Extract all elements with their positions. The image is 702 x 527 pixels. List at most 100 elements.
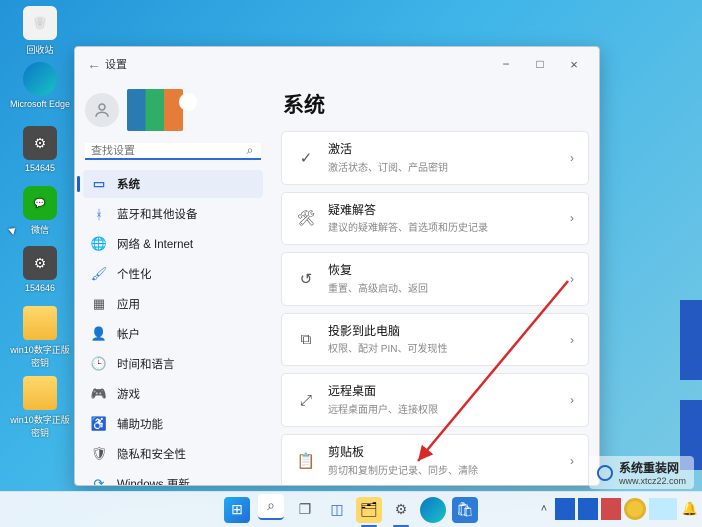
desktop-icon-label: 回收站	[8, 43, 72, 56]
sidebar-item-network[interactable]: 🌐网络 & Internet	[83, 230, 263, 258]
tray-rect[interactable]	[649, 498, 677, 520]
titlebar[interactable]: ← 设置 − □ ×	[75, 47, 599, 81]
sidebar-item-gaming[interactable]: 🎮游戏	[83, 380, 263, 408]
avatar	[85, 93, 119, 127]
tray-app-blue-2[interactable]	[578, 498, 598, 520]
watermark-sub: www.xtcz22.com	[619, 476, 686, 486]
chevron-right-icon: ›	[570, 151, 574, 165]
settings-card-troubleshoot[interactable]: 🛠疑难解答建议的疑难解答、首选项和历史记录›	[281, 192, 589, 246]
tray-app-red[interactable]	[601, 498, 621, 520]
tray-gear-icon[interactable]	[624, 498, 646, 520]
settings-card-activation[interactable]: ✓ 激活激活状态、订阅、产品密钥 ›	[281, 131, 589, 185]
watermark-title: 系统重装网	[619, 459, 686, 476]
store-icon: 🛍	[456, 501, 474, 518]
edge-icon	[23, 62, 57, 96]
card-title: 投影到此电脑	[328, 324, 558, 340]
accounts-icon: 👤	[91, 326, 107, 342]
sidebar-item-privacy[interactable]: 🛡隐私和安全性	[83, 440, 263, 468]
recovery-icon: ↺	[296, 269, 316, 289]
troubleshoot-icon: 🛠	[296, 208, 316, 228]
close-button[interactable]: ×	[557, 51, 591, 77]
tray-notifications-icon[interactable]: 🔔	[680, 501, 700, 517]
chevron-right-icon: ›	[570, 272, 574, 286]
settings-card-project[interactable]: ⧉ 投影到此电脑权限、配对 PIN、可发现性 ›	[281, 313, 589, 367]
taskbar-widgets-button[interactable]: ◫	[324, 497, 350, 523]
sidebar-item-label: 系统	[117, 176, 140, 192]
sidebar-item-bluetooth[interactable]: ᚼ 蓝牙和其他设备	[83, 200, 263, 228]
desktop-icon-recycle-bin[interactable]: 🗑 回收站	[8, 6, 72, 56]
settings-card-remote[interactable]: ⤢远程桌面远程桌面用户、连接权限›	[281, 373, 589, 427]
sidebar-item-time[interactable]: 🕒时间和语言	[83, 350, 263, 378]
settings-file-icon: ⚙	[23, 246, 57, 280]
task-view-button[interactable]: ❐	[292, 497, 318, 523]
desktop-icon-label: 154646	[8, 283, 72, 293]
sidebar-item-label: 游戏	[117, 386, 140, 402]
sidebar-item-personalization[interactable]: 🖌个性化	[83, 260, 263, 288]
system-icon: ▭	[91, 176, 107, 192]
chevron-right-icon: ›	[570, 211, 574, 225]
network-icon: 🌐	[91, 236, 107, 252]
sidebar-item-label: 个性化	[117, 266, 152, 282]
sidebar-item-accessibility[interactable]: ♿ 辅助功能	[83, 410, 263, 438]
desktop-icon-wechat[interactable]: 💬 微信	[8, 186, 72, 236]
card-subtitle: 权限、配对 PIN、可发现性	[328, 340, 558, 355]
card-title: 恢复	[328, 263, 558, 279]
desktop-icon-label: Microsoft Edge	[8, 99, 72, 109]
search-box[interactable]: ⌕	[85, 143, 261, 160]
taskbar-explorer[interactable]: 🗂	[356, 497, 382, 523]
card-subtitle: 远程桌面用户、连接权限	[328, 401, 558, 416]
widgets-icon: ◫	[330, 501, 343, 518]
project-icon: ⧉	[296, 330, 316, 350]
card-title: 激活	[328, 142, 558, 158]
minimize-button[interactable]: −	[489, 51, 523, 77]
chevron-right-icon: ›	[570, 333, 574, 347]
desktop-icon-file-154646[interactable]: ⚙ 154646	[8, 246, 72, 293]
card-subtitle: 激活状态、订阅、产品密钥	[328, 159, 558, 174]
sidebar-item-label: 辅助功能	[117, 416, 163, 432]
desktop-icon-edge[interactable]: Microsoft Edge	[8, 62, 72, 109]
user-row[interactable]	[83, 85, 263, 139]
taskbar-search-button[interactable]: ⌕	[258, 494, 284, 520]
update-icon: ⟳	[91, 476, 107, 485]
settings-card-clipboard[interactable]: 📋剪贴板剪切和复制历史记录、同步、清除›	[281, 434, 589, 485]
user-tile-image	[127, 89, 183, 131]
watermark-logo-icon	[597, 465, 613, 481]
nav-list: ▭ 系统 ᚼ 蓝牙和其他设备 🌐网络 & Internet🖌个性化 ▦ 应用 👤帐户🕒时间和语…	[83, 170, 263, 485]
taskbar: ⊞ ⌕ ❐ ◫ 🗂 ⚙ 🛍 ˄ 🔔	[0, 491, 702, 527]
search-icon[interactable]: ⌕	[239, 143, 261, 158]
privacy-icon: 🛡	[91, 446, 107, 462]
sidebar-item-label: 蓝牙和其他设备	[117, 206, 198, 222]
card-title: 远程桌面	[328, 384, 558, 400]
taskbar-settings[interactable]: ⚙	[388, 497, 414, 523]
sidebar-item-system[interactable]: ▭ 系统	[83, 170, 263, 198]
activation-icon: ✓	[296, 148, 316, 168]
content-pane: 系统 ✓激活激活状态、订阅、产品密钥›🛠疑难解答建议的疑难解答、首选项和历史记录…	[271, 81, 599, 485]
sidebar: ⌕ ▭ 系统 ᚼ 蓝牙和其他设备 🌐网络 & Internet🖌个性化 ▦ 应用 👤帐户🕒时间…	[75, 81, 271, 485]
start-button[interactable]: ⊞	[224, 497, 250, 523]
accessibility-icon: ♿	[91, 416, 107, 432]
remote-icon: ⤢	[296, 390, 316, 410]
bluetooth-icon: ᚼ	[91, 206, 107, 222]
taskbar-edge[interactable]	[420, 497, 446, 523]
sidebar-item-update[interactable]: ⟳ Windows 更新	[83, 470, 263, 485]
settings-file-icon: ⚙	[23, 126, 57, 160]
sidebar-item-accounts[interactable]: 👤帐户	[83, 320, 263, 348]
folder-icon	[23, 376, 57, 410]
maximize-button[interactable]: □	[523, 51, 557, 77]
taskbar-store[interactable]: 🛍	[452, 497, 478, 523]
tray-chevron-icon[interactable]: ˄	[536, 503, 552, 515]
back-button[interactable]: ←	[83, 56, 105, 72]
desktop-icon-folder-2[interactable]: win10数字正版密钥	[8, 376, 72, 439]
apps-icon: ▦	[91, 296, 107, 312]
sidebar-item-label: Windows 更新	[117, 476, 190, 485]
sidebar-item-apps[interactable]: ▦ 应用	[83, 290, 263, 318]
settings-card-recovery[interactable]: ↺恢复重置、高级启动、返回›	[281, 252, 589, 306]
tray-app-blue[interactable]	[555, 498, 575, 520]
desktop-icon-file-154645[interactable]: ⚙ 154645	[8, 126, 72, 173]
windows-icon: ⊞	[231, 501, 243, 518]
search-input[interactable]	[85, 145, 239, 157]
desktop-icon-folder-1[interactable]: win10数字正版密钥	[8, 306, 72, 369]
wechat-icon: 💬	[23, 186, 57, 220]
sidebar-item-label: 应用	[117, 296, 140, 312]
watermark: 系统重装网 www.xtcz22.com	[589, 456, 694, 489]
